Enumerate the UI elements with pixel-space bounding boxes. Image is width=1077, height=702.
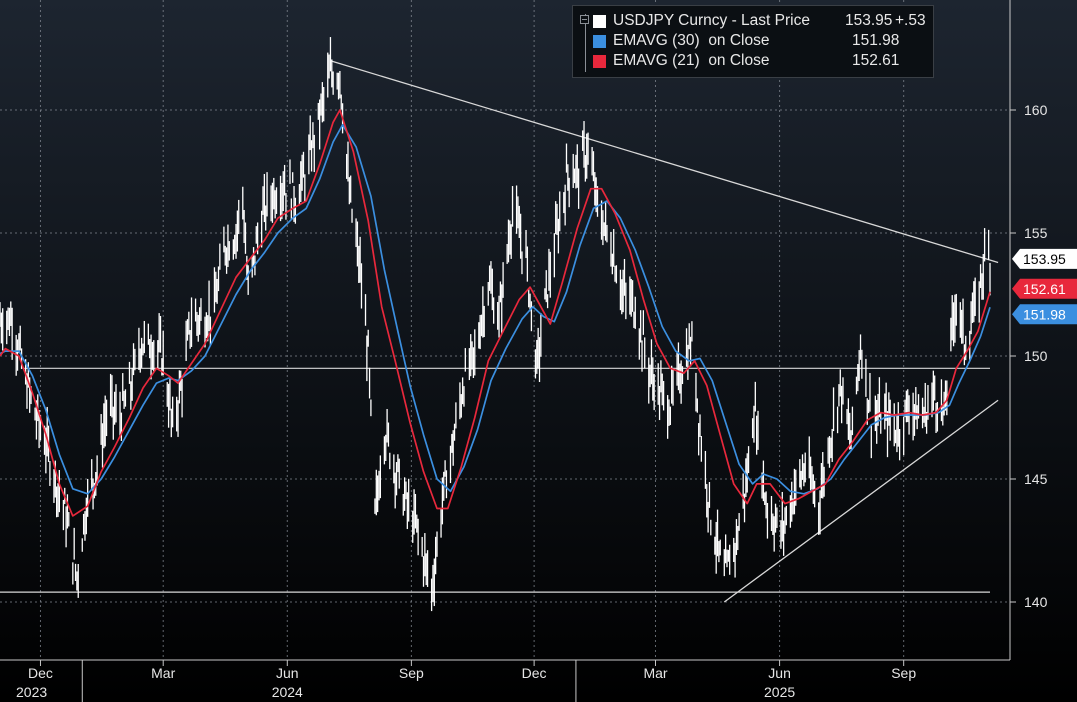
price-tag-text: 152.61: [1023, 281, 1066, 297]
legend-row-ema30: EMAVG (30) on Close 151.98: [593, 32, 899, 52]
year-label-2024: 2024: [272, 684, 303, 700]
legend-ema30-label: EMAVG (30) on Close: [613, 32, 770, 49]
legend-price-label: USDJPY Curncy - Last Price: [613, 12, 810, 29]
legend-ema21-label: EMAVG (21) on Close: [613, 52, 770, 69]
price-tag-text: 151.98: [1023, 306, 1066, 322]
legend-row-price: USDJPY Curncy - Last Price 153.95 +.53: [593, 12, 926, 32]
ema30-swatch: [593, 35, 606, 48]
legend-ema21-value: 152.61: [852, 52, 900, 69]
x-tick-label-dec: Dec: [522, 665, 547, 681]
price-tag-151.98: 151.98: [1012, 304, 1077, 325]
legend: USDJPY Curncy - Last Price 153.95 +.53 E…: [572, 5, 934, 78]
usdjpy-price-chart: 140 145 150 155 160 Dec Mar Jun Sep Dec Mar Jun Sep…: [0, 0, 1077, 702]
y-tick-label-145: 145: [1024, 471, 1048, 487]
price-swatch: [593, 15, 606, 28]
legend-price-value: 153.95: [845, 12, 893, 29]
y-tick-label-150: 150: [1024, 348, 1048, 364]
x-tick-label-sep: Sep: [891, 665, 916, 681]
ema21-swatch: [593, 55, 606, 68]
x-tick-label-jun: Jun: [768, 665, 791, 681]
legend-row-ema21: EMAVG (21) on Close 152.61: [593, 52, 899, 72]
y-tick-label-160: 160: [1024, 102, 1048, 118]
y-tick-label-155: 155: [1024, 225, 1048, 241]
chart-container: 140 145 150 155 160 Dec Mar Jun Sep Dec Mar Jun Sep…: [0, 0, 1077, 702]
price-labels: 153.95 152.61 151.98: [1012, 248, 1077, 325]
x-tick-label-mar: Mar: [151, 665, 175, 681]
legend-collapse-icon[interactable]: [580, 15, 589, 24]
x-tick-label-jun: Jun: [276, 665, 299, 681]
x-tick-label-dec: Dec: [28, 665, 53, 681]
legend-ema30-value: 151.98: [852, 32, 900, 49]
price-tag-153.95: 153.95: [1012, 248, 1077, 269]
x-tick-label-sep: Sep: [399, 665, 424, 681]
year-label-2025: 2025: [764, 684, 795, 700]
x-tick-label-mar: Mar: [643, 665, 667, 681]
price-tag-152.61: 152.61: [1012, 278, 1077, 299]
year-label-2023: 2023: [16, 684, 47, 700]
y-tick-label-140: 140: [1024, 594, 1048, 610]
legend-price-change: +.53: [895, 12, 926, 29]
price-tag-text: 153.95: [1023, 251, 1066, 267]
